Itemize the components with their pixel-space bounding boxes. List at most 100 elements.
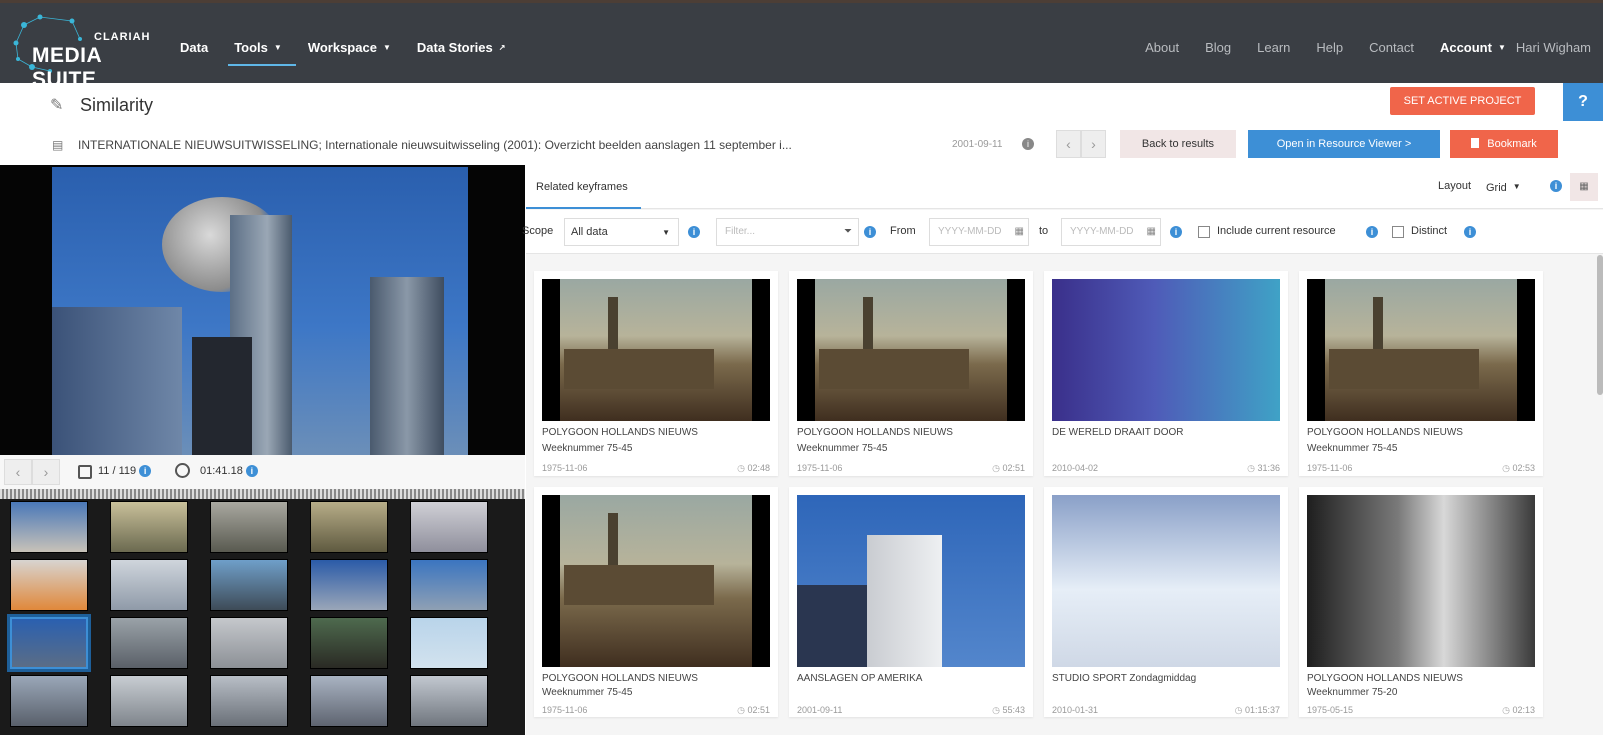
nav-learn[interactable]: Learn <box>1257 40 1290 55</box>
result-title: POLYGOON HOLLANDS NIEUWS <box>542 427 698 438</box>
result-date: 2010-04-02 <box>1052 463 1099 473</box>
keyframe-thumbnail[interactable] <box>110 617 188 669</box>
result-card[interactable]: DE WERELD DRAAIT DOOR 2010-04-02 31:36 <box>1044 271 1288 476</box>
layout-value: Grid <box>1486 182 1507 194</box>
result-subtitle: Weeknummer 75-20 <box>1307 687 1398 698</box>
keyframe-thumbnail[interactable] <box>310 559 388 611</box>
keyframe-thumbnail[interactable] <box>110 675 188 727</box>
info-icon[interactable]: i <box>1366 226 1378 238</box>
result-card[interactable]: POLYGOON HOLLANDS NIEUWS Weeknummer 75-4… <box>789 271 1033 476</box>
keyframe-thumbnail[interactable] <box>210 559 288 611</box>
keyframe-thumbnail[interactable] <box>210 617 288 669</box>
previous-frame-button[interactable]: ‹ <box>4 459 32 485</box>
from-label: From <box>890 225 916 237</box>
info-icon[interactable]: i <box>1550 180 1562 192</box>
nav-contact[interactable]: Contact <box>1369 40 1414 55</box>
result-duration: 02:48 <box>737 463 770 474</box>
to-label: to <box>1039 225 1049 237</box>
keyframe-thumbnail[interactable] <box>310 617 388 669</box>
grid-size-icon[interactable]: ▦ <box>1570 173 1598 201</box>
media-suite-logo[interactable]: CLARIAH MEDIA SUITE <box>10 11 160 91</box>
bookmark-label: Bookmark <box>1487 138 1537 150</box>
layout-select[interactable]: Grid ▼ <box>1486 176 1530 198</box>
info-icon[interactable]: i <box>1022 138 1034 150</box>
help-button[interactable]: ? <box>1563 83 1603 121</box>
result-duration: 02:51 <box>737 705 770 716</box>
video-player[interactable] <box>0 165 525 467</box>
external-link-icon: ↗ <box>498 43 506 52</box>
result-card[interactable]: POLYGOON HOLLANDS NIEUWS Weeknummer 75-4… <box>534 487 778 717</box>
keyframe-thumbnail[interactable] <box>310 675 388 727</box>
keyframe-thumbnail[interactable] <box>210 501 288 553</box>
bookmark-button[interactable]: Bookmark <box>1450 130 1558 158</box>
keyframe-thumbnail[interactable] <box>10 675 88 727</box>
open-resource-viewer-button[interactable]: Open in Resource Viewer > <box>1248 130 1440 158</box>
nav-data[interactable]: Data <box>178 40 210 55</box>
keyframe-thumbnail[interactable] <box>210 675 288 727</box>
nav-help[interactable]: Help <box>1316 40 1343 55</box>
nav-tools-label: Tools <box>234 40 268 55</box>
result-thumbnail <box>1307 495 1535 667</box>
info-icon[interactable]: i <box>245 465 258 477</box>
nav-about[interactable]: About <box>1145 40 1179 55</box>
result-subtitle: Weeknummer 75-45 <box>1307 443 1398 454</box>
back-to-results-button[interactable]: Back to results <box>1120 130 1236 158</box>
set-active-project-button[interactable]: SET ACTIVE PROJECT <box>1390 87 1535 115</box>
timeline-ruler[interactable] <box>0 489 525 499</box>
result-card[interactable]: POLYGOON HOLLANDS NIEUWS Weeknummer 75-4… <box>1299 271 1543 476</box>
keyframe-thumbnail[interactable] <box>410 675 488 727</box>
resource-pager: ‹ › <box>1056 130 1106 158</box>
keyframe-thumbnail[interactable] <box>10 501 88 553</box>
result-date: 2010-01-31 <box>1052 705 1099 715</box>
keyframe-thumbnail[interactable] <box>410 559 488 611</box>
keyframe-thumbnail-selected[interactable] <box>10 617 88 669</box>
resource-title[interactable]: INTERNATIONALE NIEUWSUITWISSELING; Inter… <box>78 138 940 152</box>
next-resource-button[interactable]: › <box>1081 130 1106 158</box>
nav-data-stories[interactable]: Data Stories ↗ <box>415 40 508 55</box>
info-icon[interactable]: i <box>864 226 876 238</box>
letterbox-bar <box>1517 279 1535 421</box>
include-current-checkbox[interactable] <box>1198 226 1210 238</box>
info-icon[interactable]: i <box>688 226 700 238</box>
filter-placeholder: Filter... <box>725 226 756 237</box>
info-icon[interactable]: i <box>1464 226 1476 238</box>
user-name[interactable]: Hari Wigham <box>1516 40 1591 55</box>
main-nav: Data Tools ▼ Workspace ▼ Data Stories ↗ <box>178 40 529 66</box>
filter-input[interactable]: Filter... ⏷ <box>716 218 859 246</box>
distinct-checkbox[interactable] <box>1392 226 1404 238</box>
next-frame-button[interactable]: › <box>32 459 60 485</box>
nav-tools[interactable]: Tools ▼ <box>228 40 296 66</box>
to-date-input[interactable]: YYYY-MM-DD ▦ <box>1061 218 1161 246</box>
from-date-input[interactable]: YYYY-MM-DD ▦ <box>929 218 1029 246</box>
nav-workspace-label: Workspace <box>307 40 377 55</box>
page-title: Similarity <box>80 95 154 115</box>
keyframe-thumbnail[interactable] <box>10 559 88 611</box>
scope-select[interactable]: All data ▼ <box>564 218 679 246</box>
keyframe-thumbnail[interactable] <box>410 617 488 669</box>
result-card[interactable]: POLYGOON HOLLANDS NIEUWS Weeknummer 75-4… <box>534 271 778 476</box>
keyframe-thumbnail[interactable] <box>110 559 188 611</box>
results-scrollbar[interactable] <box>1597 255 1603 395</box>
result-subtitle: Weeknummer 75-45 <box>797 443 888 454</box>
date-placeholder: YYYY-MM-DD <box>938 226 1002 237</box>
result-card[interactable]: AANSLAGEN OP AMERIKA 2001-09-11 55:43 <box>789 487 1033 717</box>
result-card[interactable]: STUDIO SPORT Zondagmiddag 2010-01-31 01:… <box>1044 487 1288 717</box>
result-thumbnail <box>542 279 770 421</box>
result-title: DE WERELD DRAAIT DOOR <box>1052 427 1184 438</box>
account-menu[interactable]: Account ▼ <box>1440 40 1506 55</box>
keyframe-thumbnail[interactable] <box>310 501 388 553</box>
result-date: 1975-11-06 <box>542 463 588 473</box>
keyframe-thumbnail[interactable] <box>110 501 188 553</box>
previous-resource-button[interactable]: ‹ <box>1056 130 1081 158</box>
letterbox-bar <box>1007 279 1025 421</box>
nav-blog[interactable]: Blog <box>1205 40 1231 55</box>
info-icon[interactable]: i <box>1170 226 1182 238</box>
tab-related-keyframes[interactable]: Related keyframesi <box>526 165 641 237</box>
resource-date: 2001-09-11 <box>952 139 1003 150</box>
result-card[interactable]: POLYGOON HOLLANDS NIEUWS Weeknummer 75-2… <box>1299 487 1543 717</box>
result-date: 2001-09-11 <box>797 705 843 715</box>
keyframe-thumbnail[interactable] <box>410 501 488 553</box>
nav-workspace[interactable]: Workspace ▼ <box>306 40 393 55</box>
info-icon[interactable]: i <box>139 465 152 477</box>
calendar-icon: ▦ <box>1014 226 1024 237</box>
